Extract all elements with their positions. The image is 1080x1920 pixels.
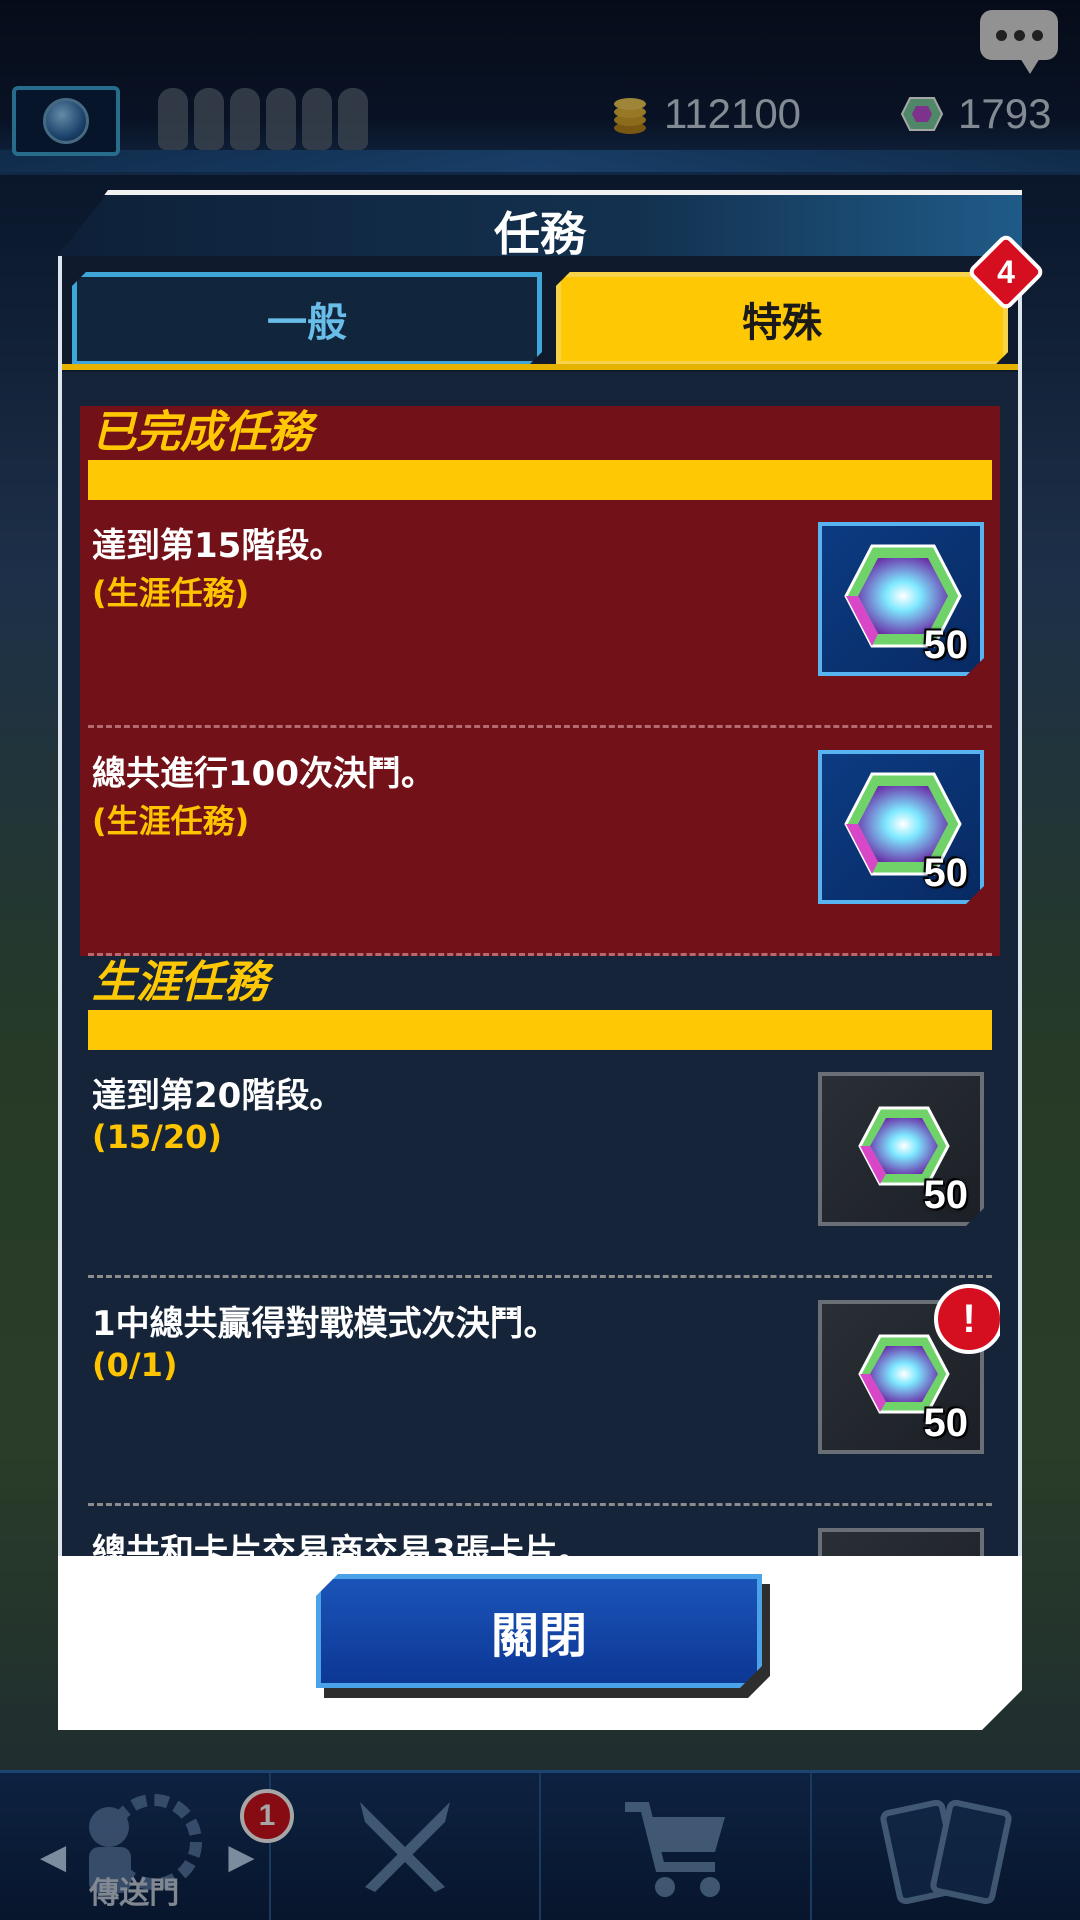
quest-title: 總共和卡片交易商交易3張卡片。 (92, 1532, 592, 1556)
section-bar (88, 460, 992, 500)
section-bar (88, 1010, 992, 1050)
quest-item[interactable]: 總共進行100次決鬥。 (生涯任務) 50 (88, 728, 992, 956)
dialog-body: 一般 特殊 4 已完成任務 達到第15階段。 (生涯任務) 50 總共進行100… (58, 232, 1046, 1556)
reward-claim-button[interactable]: 50 (818, 522, 984, 676)
completed-section: 已完成任務 達到第15階段。 (生涯任務) 50 總共進行100次決鬥。 (生涯… (80, 406, 1000, 956)
tab-special-badge-count: 4 (997, 254, 1015, 290)
quest-item[interactable]: 達到第15階段。 (生涯任務) 50 (88, 500, 992, 728)
dialog-title: 任務 (494, 207, 586, 261)
section-title: 已完成任務 (92, 407, 312, 458)
quest-subtitle: (生涯任務) (92, 802, 250, 840)
reward-preview[interactable]: 50 (818, 1528, 984, 1556)
reward-claim-button[interactable]: 50 (818, 750, 984, 904)
career-section: 生涯任務 達到第20階段。 (15/20) 50 1中總共贏得對戰模式次決鬥。 … (80, 956, 1000, 1556)
section-header: 生涯任務 (80, 956, 1000, 1050)
reward-amount: 50 (923, 851, 968, 895)
quest-progress: (0/1) (92, 1346, 178, 1384)
quest-progress: (15/20) (92, 1118, 222, 1156)
quest-title: 達到第20階段。 (92, 1076, 344, 1116)
reward-preview[interactable]: 50 (818, 1072, 984, 1226)
section-header: 已完成任務 (80, 406, 1000, 500)
missions-dialog: 任務 一般 特殊 4 已完成任務 達到第15階段。 (生涯任務) 50 總共進行… (58, 190, 1046, 1738)
tab-underline (62, 364, 1018, 370)
quest-item[interactable]: 總共和卡片交易商交易3張卡片。 50 (88, 1506, 992, 1556)
section-title: 生涯任務 (92, 957, 268, 1008)
reward-amount: 50 (923, 1173, 968, 1217)
quest-item[interactable]: 達到第20階段。 (15/20) 50 (88, 1050, 992, 1278)
close-button[interactable]: 關閉 (316, 1574, 762, 1688)
quest-title: 達到第15階段。 (92, 526, 344, 566)
tab-special[interactable]: 特殊 (556, 272, 1008, 366)
quest-list[interactable]: 已完成任務 達到第15階段。 (生涯任務) 50 總共進行100次決鬥。 (生涯… (80, 406, 1000, 1556)
tab-general[interactable]: 一般 (72, 272, 542, 366)
reward-amount: 50 (923, 1401, 969, 1445)
quest-title: 總共進行100次決鬥。 (92, 754, 435, 794)
quest-subtitle: (生涯任務) (92, 574, 250, 612)
reward-amount: 50 (923, 623, 968, 667)
alert-badge: ! (934, 1284, 1000, 1354)
quest-item[interactable]: 1中總共贏得對戰模式次決鬥。 (0/1) 50 ! (88, 1278, 1000, 1506)
tab-bar: 一般 特殊 4 (62, 232, 1046, 372)
dialog-footer: 關閉 (58, 1556, 1022, 1730)
quest-title: 1中總共贏得對戰模式次決鬥。 (92, 1304, 558, 1344)
